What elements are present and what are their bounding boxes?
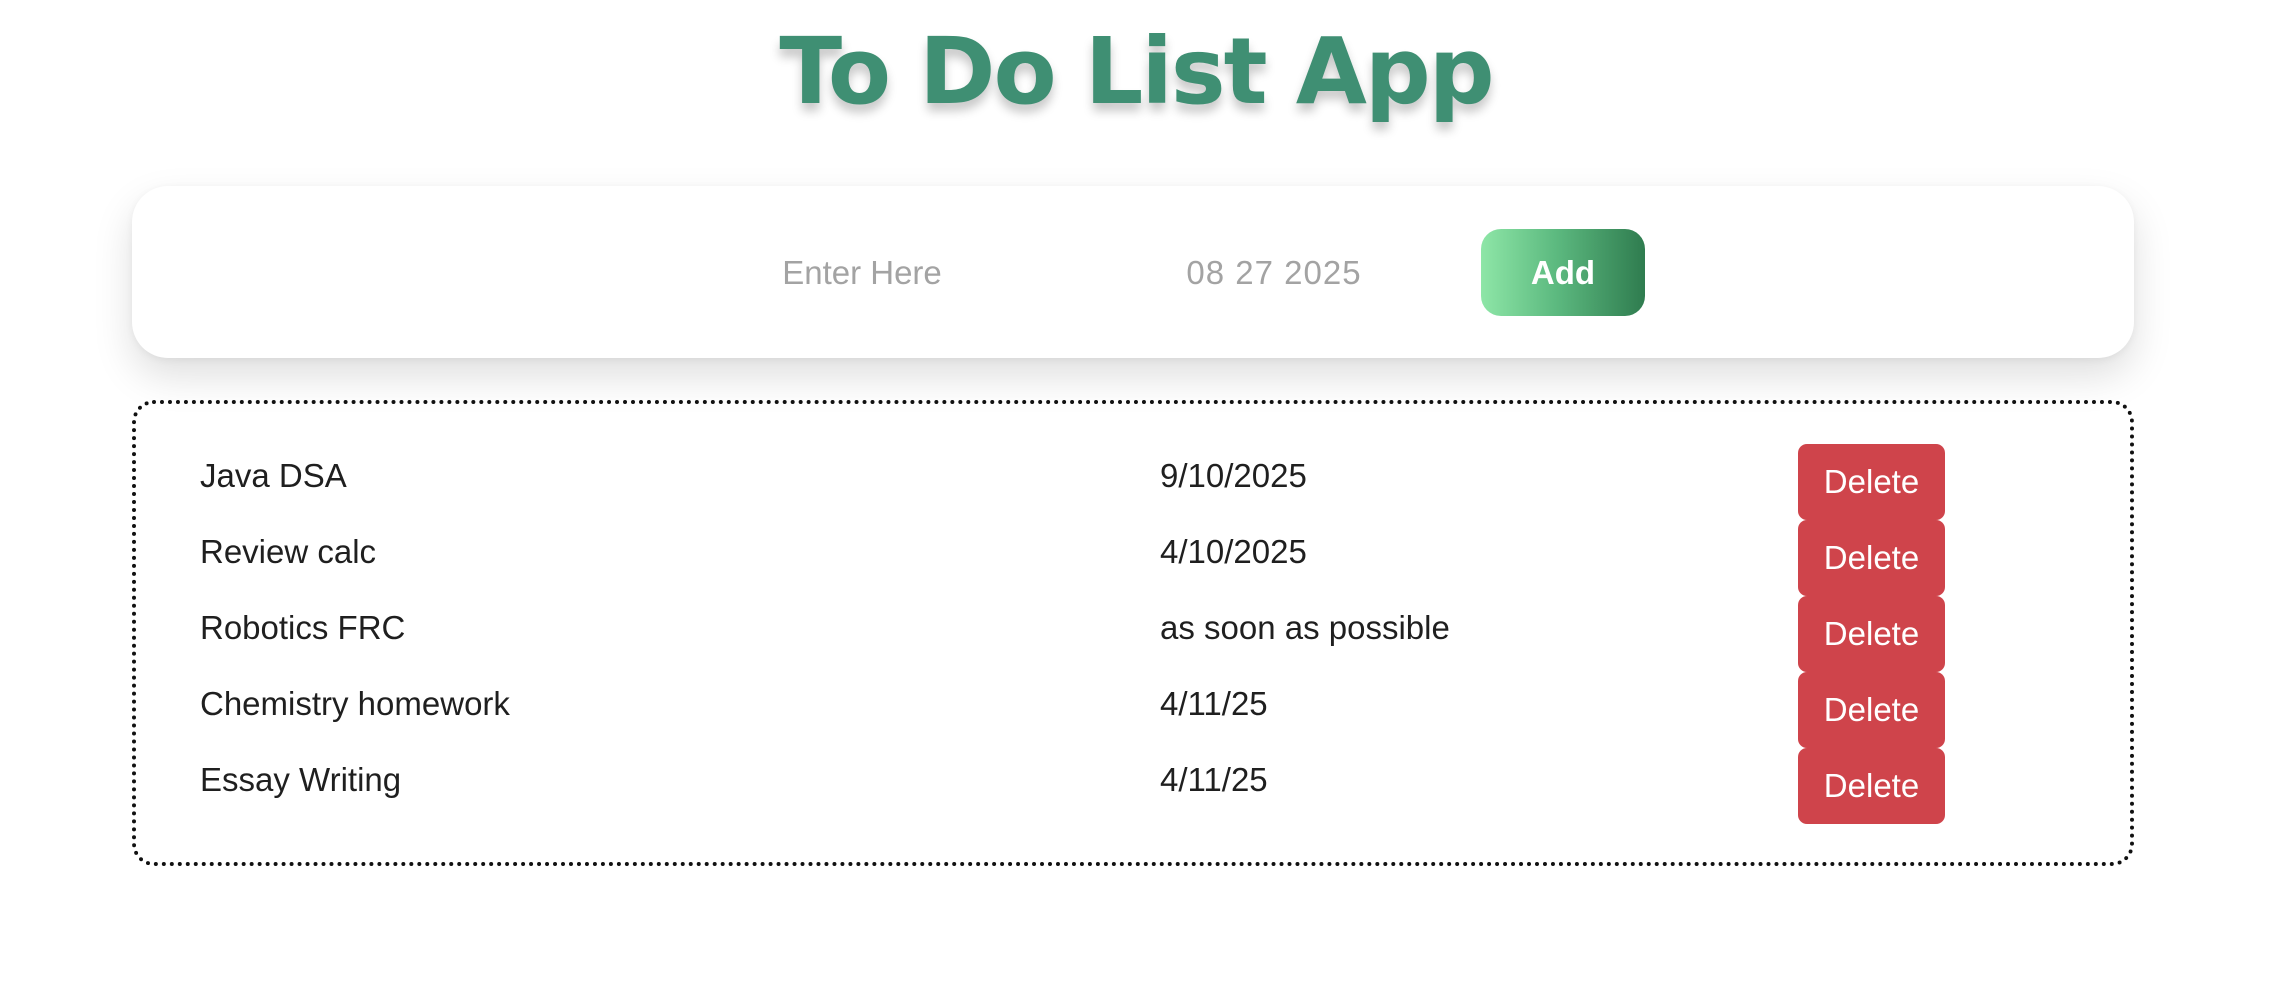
todo-name: Review calc [200,533,377,570]
delete-button[interactable]: Delete [1798,444,1945,520]
todo-input-card: Add [132,186,2134,358]
todo-date: 4/11/25 [1160,761,1268,798]
add-button[interactable]: Add [1481,229,1645,316]
delete-button[interactable]: Delete [1798,672,1945,748]
delete-button[interactable]: Delete [1798,596,1945,672]
todo-date: 9/10/2025 [1160,457,1307,494]
todo-row: Chemistry homework 4/11/25 Delete [136,672,2130,748]
date-input[interactable] [1132,232,1416,314]
delete-button[interactable]: Delete [1798,520,1945,596]
todo-date: 4/11/25 [1160,685,1268,722]
todo-list: Java DSA 9/10/2025 Delete Review calc 4/… [132,400,2134,866]
delete-button[interactable]: Delete [1798,748,1945,824]
todo-date: as soon as possible [1160,609,1450,646]
task-input[interactable] [640,232,1084,314]
todo-date: 4/10/2025 [1160,533,1307,570]
todo-name: Chemistry homework [200,685,510,722]
todo-name: Robotics FRC [200,609,406,646]
todo-row: Robotics FRC as soon as possible Delete [136,596,2130,672]
todo-name: Java DSA [200,457,347,494]
page-title: To Do List App [779,18,1494,125]
todo-row: Review calc 4/10/2025 Delete [136,520,2130,596]
todo-row: Essay Writing 4/11/25 Delete [136,748,2130,824]
todo-row: Java DSA 9/10/2025 Delete [136,444,2130,520]
todo-name: Essay Writing [200,761,402,798]
